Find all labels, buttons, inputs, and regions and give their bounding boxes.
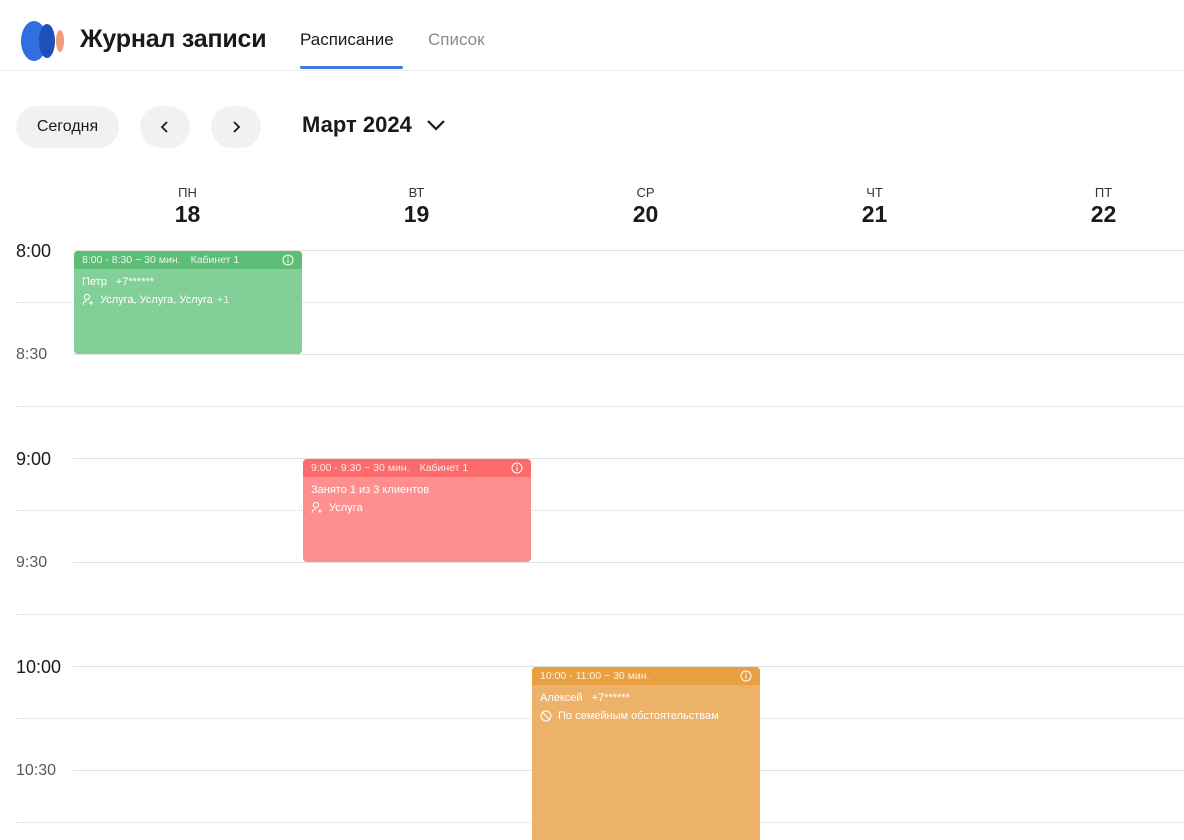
cancel-reason-line: По семейным обстоятельствам bbox=[540, 707, 752, 725]
services-list: Услуга bbox=[329, 502, 363, 514]
client-name: Петр bbox=[82, 276, 107, 288]
time-label: 8:30 bbox=[16, 346, 48, 363]
info-icon[interactable] bbox=[740, 670, 752, 682]
next-week-button[interactable] bbox=[211, 106, 261, 148]
grid-line-half bbox=[73, 354, 1184, 355]
services-line: Услуга bbox=[311, 499, 523, 517]
day-name: ЧТ bbox=[866, 185, 883, 200]
appointment-time: 8:00 - 8:30 ~ 30 мин. bbox=[82, 254, 181, 266]
info-icon[interactable] bbox=[511, 462, 523, 474]
appointment-header: 9:00 - 9:30 ~ 30 мин. Кабинет 1 bbox=[303, 459, 531, 477]
grid-line-quarter bbox=[16, 406, 1184, 407]
tab-schedule[interactable]: Расписание bbox=[300, 30, 394, 50]
occupancy-text: Занято 1 из 3 клиентов bbox=[311, 484, 430, 496]
grid-line-quarter bbox=[16, 510, 1184, 511]
appointment-card[interactable]: 8:00 - 8:30 ~ 30 мин. Кабинет 1 Петр +7*… bbox=[74, 251, 302, 354]
active-tab-indicator bbox=[300, 66, 403, 69]
appointment-body: Петр +7****** Услуга, Услуга, Услуга +1 bbox=[74, 269, 302, 309]
time-label: 9:30 bbox=[16, 554, 48, 571]
appointment-time: 9:00 - 9:30 ~ 30 мин. bbox=[311, 462, 410, 474]
services-line: Услуга, Услуга, Услуга +1 bbox=[82, 291, 294, 309]
day-number: 20 bbox=[632, 201, 659, 227]
service-icon bbox=[82, 293, 93, 306]
cancel-icon bbox=[540, 710, 552, 722]
client-line: Алексей +7****** bbox=[540, 689, 752, 707]
grid-line-half bbox=[73, 562, 1184, 563]
appointment-room: Кабинет 1 bbox=[190, 254, 240, 266]
chevron-down-icon bbox=[427, 120, 445, 131]
info-icon[interactable] bbox=[282, 254, 294, 266]
client-phone: +7****** bbox=[591, 692, 630, 704]
appointment-header: 8:00 - 8:30 ~ 30 мин. Кабинет 1 bbox=[74, 251, 302, 269]
time-label: 10:30 bbox=[16, 762, 57, 779]
day-header-mon[interactable]: ПН 18 bbox=[73, 186, 302, 228]
time-label: 10:00 bbox=[16, 657, 62, 677]
day-name: ВТ bbox=[408, 185, 425, 200]
appointment-body: Алексей +7****** По семейным обстоятельс… bbox=[532, 685, 760, 725]
cancel-reason: По семейным обстоятельствам bbox=[558, 710, 719, 722]
app-logo-icon bbox=[21, 21, 64, 61]
month-label: Март 2024 bbox=[302, 112, 412, 137]
day-header-wed[interactable]: СР 20 bbox=[531, 186, 760, 228]
group-booking-card[interactable]: 9:00 - 9:30 ~ 30 мин. Кабинет 1 Занято 1… bbox=[303, 459, 531, 562]
day-number: 21 bbox=[861, 201, 888, 227]
appointment-room: Кабинет 1 bbox=[419, 462, 469, 474]
occupancy-line: Занято 1 из 3 клиентов bbox=[311, 481, 523, 499]
prev-week-button[interactable] bbox=[140, 106, 190, 148]
app-header: Журнал записи Расписание Список bbox=[0, 0, 1184, 71]
month-selector[interactable]: Март 2024 bbox=[302, 112, 446, 138]
appointment-header: 10:00 - 11:00 ~ 30 мин. bbox=[532, 667, 760, 685]
app-title: Журнал записи bbox=[80, 25, 267, 53]
chevron-right-icon bbox=[233, 121, 241, 133]
service-icon bbox=[311, 501, 322, 514]
grid-line-hour bbox=[73, 458, 1184, 459]
cancelled-appointment-card[interactable]: 10:00 - 11:00 ~ 30 мин. Алексей +7******… bbox=[532, 667, 760, 840]
tab-list[interactable]: Список bbox=[428, 30, 485, 50]
schedule-page: Журнал записи Расписание Список Сегодня … bbox=[0, 0, 1184, 840]
day-name: ПТ bbox=[1094, 185, 1113, 200]
today-button[interactable]: Сегодня bbox=[16, 106, 119, 148]
grid-line-quarter bbox=[16, 614, 1184, 615]
day-header-thu[interactable]: ЧТ 21 bbox=[760, 186, 989, 228]
day-number: 19 bbox=[403, 201, 430, 227]
chevron-left-icon bbox=[160, 121, 168, 133]
appointment-time: 10:00 - 11:00 ~ 30 мин. bbox=[540, 670, 650, 682]
day-name: ПН bbox=[178, 185, 197, 200]
appointment-body: Занято 1 из 3 клиентов Услуга bbox=[303, 477, 531, 517]
client-line: Петр +7****** bbox=[82, 273, 294, 291]
day-number: 18 bbox=[174, 201, 201, 227]
day-name: СР bbox=[636, 185, 655, 200]
time-label: 8:00 bbox=[16, 241, 52, 261]
day-number: 22 bbox=[1090, 201, 1117, 227]
time-label: 9:00 bbox=[16, 449, 52, 469]
client-phone: +7****** bbox=[115, 276, 155, 288]
services-list: Услуга, Услуга, Услуга bbox=[100, 294, 213, 306]
day-header-fri[interactable]: ПТ 22 bbox=[989, 186, 1184, 228]
day-header-tue[interactable]: ВТ 19 bbox=[302, 186, 531, 228]
client-name: Алексей bbox=[540, 692, 583, 704]
services-more: +1 bbox=[216, 294, 230, 306]
